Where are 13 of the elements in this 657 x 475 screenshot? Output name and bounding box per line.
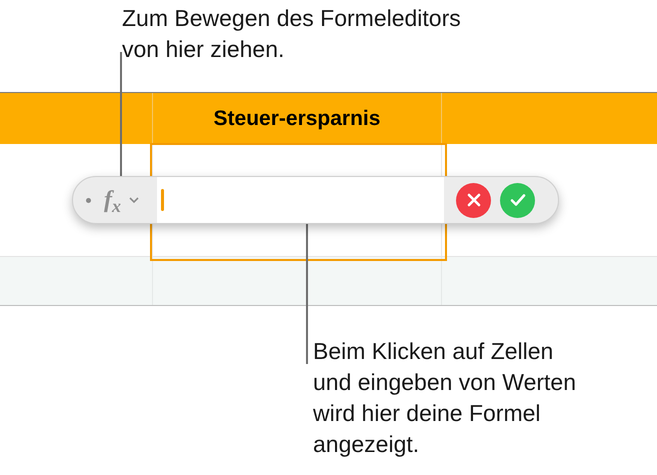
checkmark-icon — [510, 193, 526, 207]
formula-editor[interactable]: f$_{x}$ — [72, 176, 559, 224]
callout-text: Beim Klicken auf Zellen und eingeben von Werten wird hier deine Formel angezeigt. — [313, 337, 576, 459]
text-cursor — [161, 189, 164, 211]
accept-button[interactable] — [500, 182, 535, 218]
close-icon — [466, 193, 480, 207]
function-symbol[interactable]: f$_{x}$ — [104, 188, 121, 212]
callout-text: Zum Bewegen des Formeleditors von hier ziehen. — [122, 4, 461, 64]
chevron-down-icon[interactable] — [129, 196, 139, 204]
header-cell: Steuer-ersparnis — [153, 93, 442, 144]
cancel-button[interactable] — [456, 182, 491, 218]
drag-handle-icon[interactable] — [86, 198, 91, 202]
formula-input-field[interactable] — [157, 177, 444, 223]
